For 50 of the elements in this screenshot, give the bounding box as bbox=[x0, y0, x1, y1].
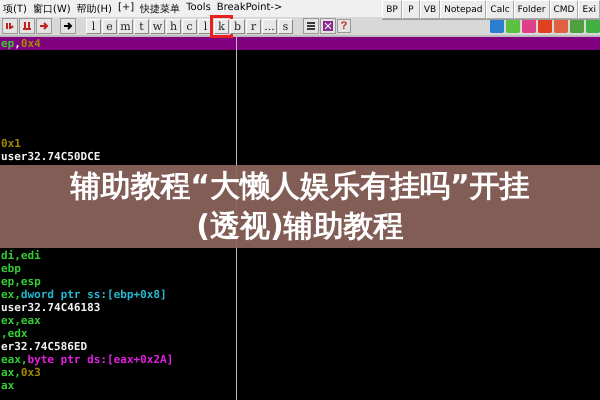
code-line: ,edx bbox=[0, 327, 28, 340]
toolbar-letter-button[interactable]: m bbox=[118, 18, 133, 34]
list-icon[interactable] bbox=[303, 18, 319, 34]
grid-icon[interactable] bbox=[320, 18, 336, 34]
toolbar-letter-button[interactable]: t bbox=[134, 18, 149, 34]
code-line: eax,byte ptr ds:[eax+0x2A] bbox=[0, 353, 174, 366]
code-line: di,edi bbox=[0, 249, 42, 262]
code-line: ep,esp bbox=[0, 275, 42, 288]
quick-button[interactable]: VB bbox=[420, 0, 440, 19]
tool-icon[interactable] bbox=[522, 19, 536, 33]
code-line: 0x1 bbox=[0, 137, 22, 150]
quick-button[interactable]: P bbox=[402, 0, 420, 19]
menu-item[interactable]: 帮助(H) bbox=[74, 0, 115, 17]
menu-item[interactable]: [+] bbox=[114, 0, 138, 17]
toolbar-letter-button[interactable]: b bbox=[230, 18, 245, 34]
toolbar-letter-button[interactable]: e bbox=[102, 18, 117, 34]
banner-title: 辅助教程“大懒人娱乐有挂吗”开挂(透视)辅助教程 bbox=[69, 168, 531, 246]
code-line: ax,0x3 bbox=[0, 366, 42, 379]
tool-icon[interactable] bbox=[538, 19, 552, 33]
code-line: ebp bbox=[0, 262, 22, 275]
toolbar-letter-button[interactable]: s bbox=[278, 18, 293, 34]
code-line: user32.74C46183 bbox=[0, 301, 102, 314]
tool-icon[interactable] bbox=[490, 19, 504, 33]
quick-button[interactable]: BP bbox=[382, 0, 402, 19]
quick-button[interactable]: CMD bbox=[550, 0, 578, 19]
tool-icon[interactable] bbox=[506, 19, 520, 33]
help-button[interactable]: ? bbox=[337, 19, 351, 33]
code-line: ex,eax bbox=[0, 314, 42, 327]
quick-button[interactable]: Notepad bbox=[440, 0, 486, 19]
code-line: user32.74C50DCE bbox=[0, 150, 102, 163]
menu-item[interactable]: Tools bbox=[183, 0, 214, 17]
tool-icon[interactable] bbox=[570, 19, 584, 33]
toolbar-letter-button[interactable]: ... bbox=[262, 18, 277, 34]
menu-item[interactable]: 窗口(W) bbox=[30, 0, 74, 17]
menu-item[interactable]: BreakPoint-> bbox=[214, 0, 286, 17]
toolbar-letter-button[interactable]: l bbox=[86, 18, 101, 34]
toolbar-letter-button[interactable]: c bbox=[182, 18, 197, 34]
quick-button[interactable]: Folder bbox=[514, 0, 550, 19]
tool-icon[interactable] bbox=[554, 19, 568, 33]
quick-button[interactable]: Calc bbox=[486, 0, 514, 19]
menu-item[interactable]: 项(T) bbox=[0, 0, 30, 17]
toolbar-letter-button[interactable]: w bbox=[150, 18, 165, 34]
quick-button[interactable]: Exi bbox=[578, 0, 600, 19]
menu-item[interactable]: 快捷菜单 bbox=[137, 0, 184, 17]
code-line: ex,dword ptr ss:[ebp+0x8] bbox=[0, 288, 168, 301]
tool-icon[interactable] bbox=[586, 19, 600, 33]
code-line: ax bbox=[0, 379, 16, 392]
code-line: er32.74C586ED bbox=[0, 340, 88, 353]
toolbar-letter-button[interactable]: h bbox=[166, 18, 181, 34]
toolbar-letter-button[interactable]: r bbox=[246, 18, 261, 34]
